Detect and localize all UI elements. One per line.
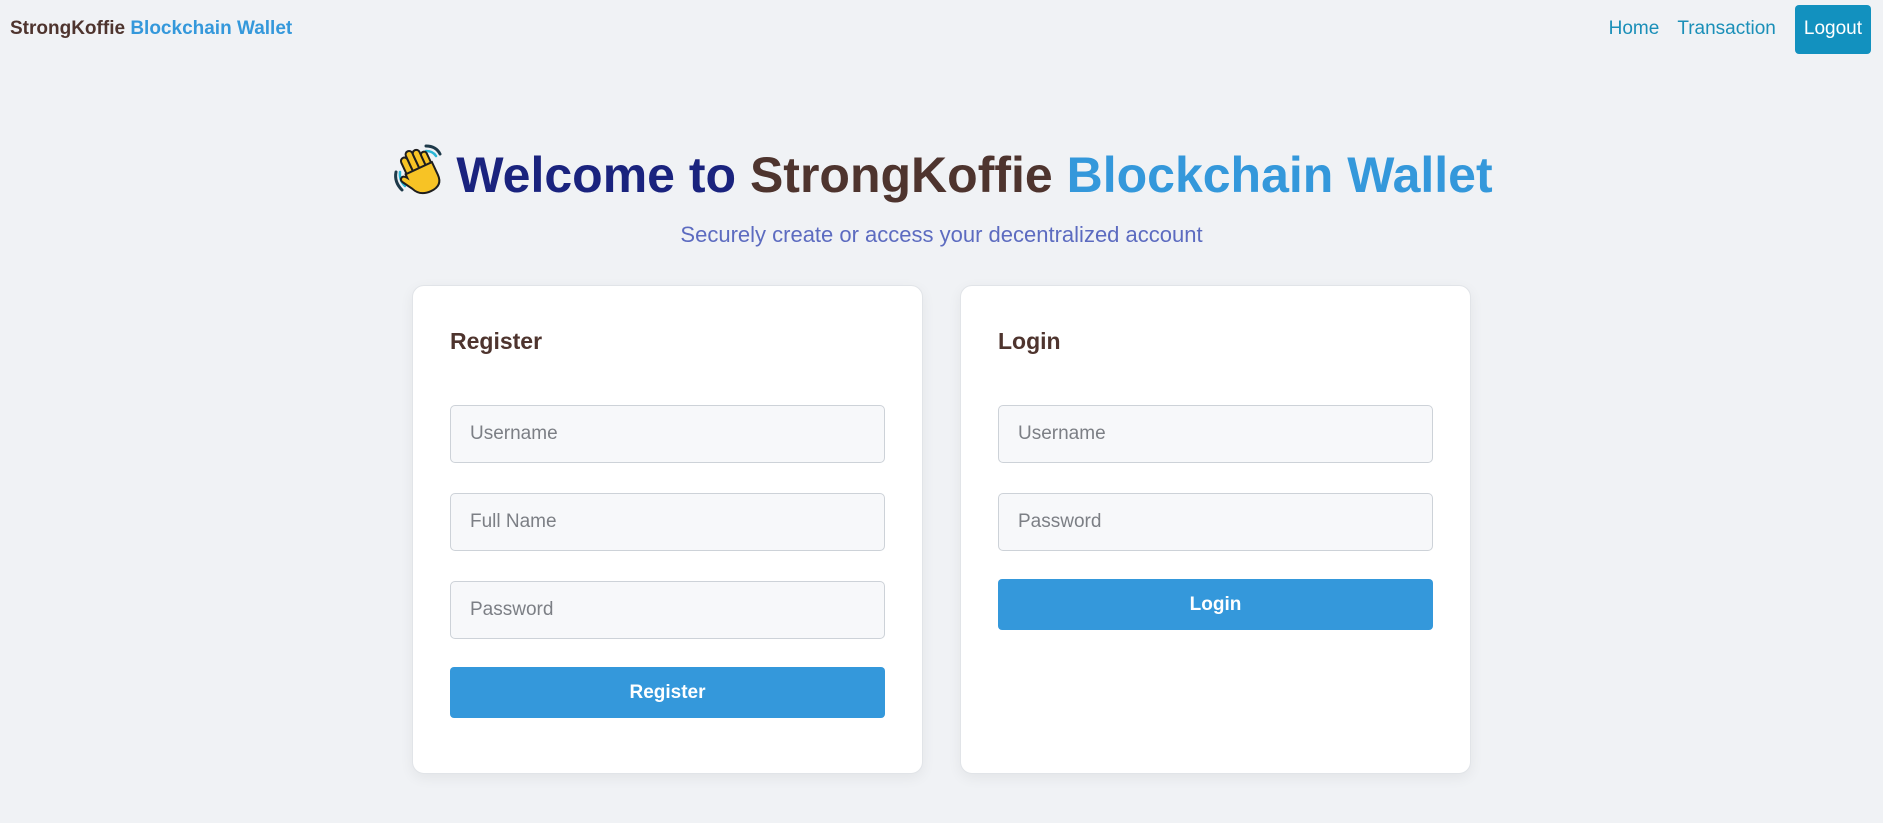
brand-suffix: Blockchain Wallet — [130, 18, 293, 39]
login-password-input[interactable] — [998, 493, 1433, 551]
page-subtitle: Securely create or access your decentral… — [680, 222, 1203, 247]
nav-link-transaction[interactable]: Transaction — [1668, 4, 1785, 54]
hero: Welcome to StrongKoffie Blockchain Walle… — [0, 142, 1883, 248]
register-button[interactable]: Register — [450, 667, 885, 718]
register-title: Register — [450, 328, 543, 354]
login-username-input[interactable] — [998, 405, 1433, 463]
register-password-input[interactable] — [450, 581, 885, 639]
title-brand-suffix: Blockchain Wallet — [1066, 147, 1493, 203]
login-button[interactable]: Login — [998, 579, 1433, 630]
login-title: Login — [998, 328, 1061, 354]
navbar: StrongKoffie Blockchain Wallet Home Tran… — [0, 0, 1883, 58]
register-username-input[interactable] — [450, 405, 885, 463]
title-welcome: Welcome to — [456, 147, 737, 203]
brand-name: StrongKoffie — [10, 18, 126, 39]
nav-links: Home Transaction Logout — [1600, 4, 1871, 54]
waving-hand-icon — [390, 142, 446, 214]
register-card: Register Register — [412, 285, 923, 774]
title-brand-name: StrongKoffie — [749, 147, 1053, 203]
logout-button[interactable]: Logout — [1794, 4, 1871, 54]
nav-link-home[interactable]: Home — [1600, 4, 1669, 54]
login-card: Login Login — [960, 285, 1471, 774]
register-fullname-input[interactable] — [450, 493, 885, 551]
page-title: Welcome to StrongKoffie Blockchain Walle… — [0, 142, 1883, 214]
brand-logo[interactable]: StrongKoffie Blockchain Wallet — [10, 18, 292, 40]
